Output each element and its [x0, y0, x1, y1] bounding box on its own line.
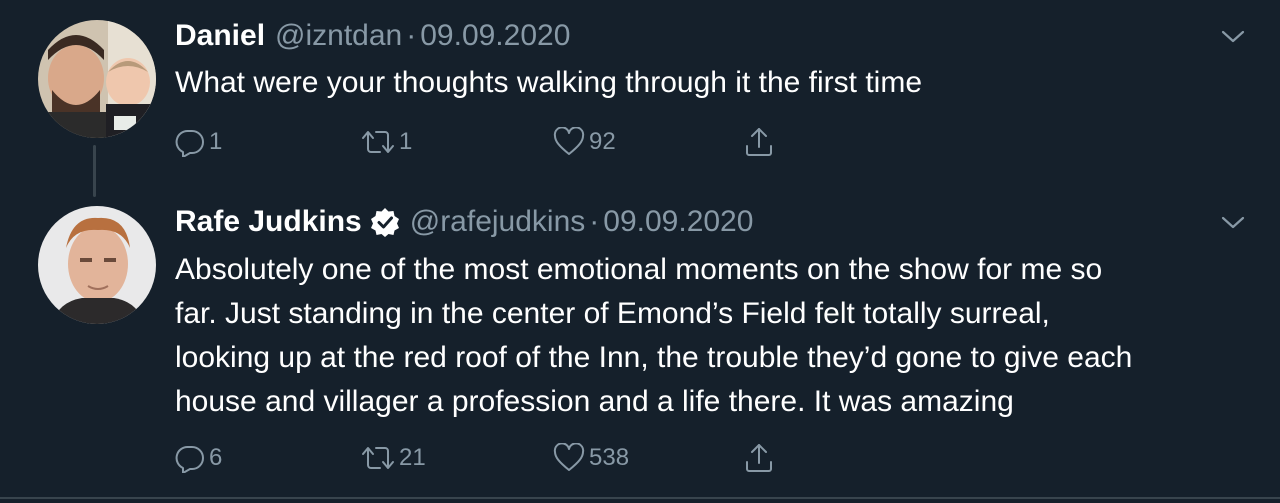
- avatar-photo-rafe: [38, 206, 156, 324]
- like-count: 538: [589, 444, 630, 471]
- tweet-reply-parent[interactable]: Daniel @izntdan · 09.09.2020 What were y…: [0, 0, 1280, 180]
- tweet-main[interactable]: Rafe Judkins @rafejudkins · 09.09.2020 A…: [0, 192, 1280, 498]
- reply-count: 1: [209, 128, 223, 155]
- share-icon: [746, 128, 772, 156]
- like-icon: [553, 443, 585, 471]
- reply-button[interactable]: 6: [175, 443, 222, 473]
- tweet-header: Daniel @izntdan · 09.09.2020: [175, 16, 570, 56]
- tweet-text: Absolutely one of the most emotional mom…: [175, 253, 1133, 418]
- verified-badge-icon: [370, 207, 400, 237]
- tweet-text: What were your thoughts walking through …: [175, 66, 923, 99]
- avatar[interactable]: [38, 206, 156, 324]
- author-name[interactable]: Daniel: [175, 19, 265, 53]
- meta-separator: ·: [406, 19, 417, 52]
- like-count: 92: [589, 128, 616, 155]
- reply-count: 6: [209, 444, 223, 471]
- chevron-down-icon[interactable]: [1220, 28, 1246, 46]
- retweet-count: 21: [399, 444, 426, 471]
- share-icon: [746, 444, 772, 472]
- avatar[interactable]: [38, 20, 156, 138]
- retweet-button[interactable]: 1: [361, 127, 412, 157]
- retweet-button[interactable]: 21: [361, 443, 426, 473]
- share-button[interactable]: [743, 442, 775, 474]
- author-name[interactable]: Rafe Judkins: [175, 205, 362, 239]
- retweet-icon: [362, 131, 394, 153]
- tweet-header: Rafe Judkins @rafejudkins · 09.09.2020: [175, 202, 753, 242]
- retweet-icon: [362, 447, 394, 469]
- like-icon: [553, 127, 585, 155]
- like-button[interactable]: 538: [553, 443, 629, 473]
- tweet-date[interactable]: 09.09.2020: [603, 205, 753, 239]
- like-button[interactable]: 92: [553, 127, 616, 157]
- chevron-down-icon[interactable]: [1220, 214, 1246, 232]
- reply-button[interactable]: 1: [175, 127, 222, 157]
- meta-separator: ·: [589, 205, 600, 238]
- tweet-divider: [0, 497, 1280, 499]
- tweet-date[interactable]: 09.09.2020: [420, 19, 570, 53]
- reply-icon: [175, 445, 204, 473]
- avatar-photo-daniel: [38, 20, 156, 138]
- author-handle[interactable]: @rafejudkins: [410, 205, 586, 239]
- retweet-count: 1: [399, 128, 413, 155]
- reply-icon: [175, 129, 204, 157]
- author-handle[interactable]: @izntdan: [275, 19, 402, 53]
- share-button[interactable]: [743, 126, 775, 158]
